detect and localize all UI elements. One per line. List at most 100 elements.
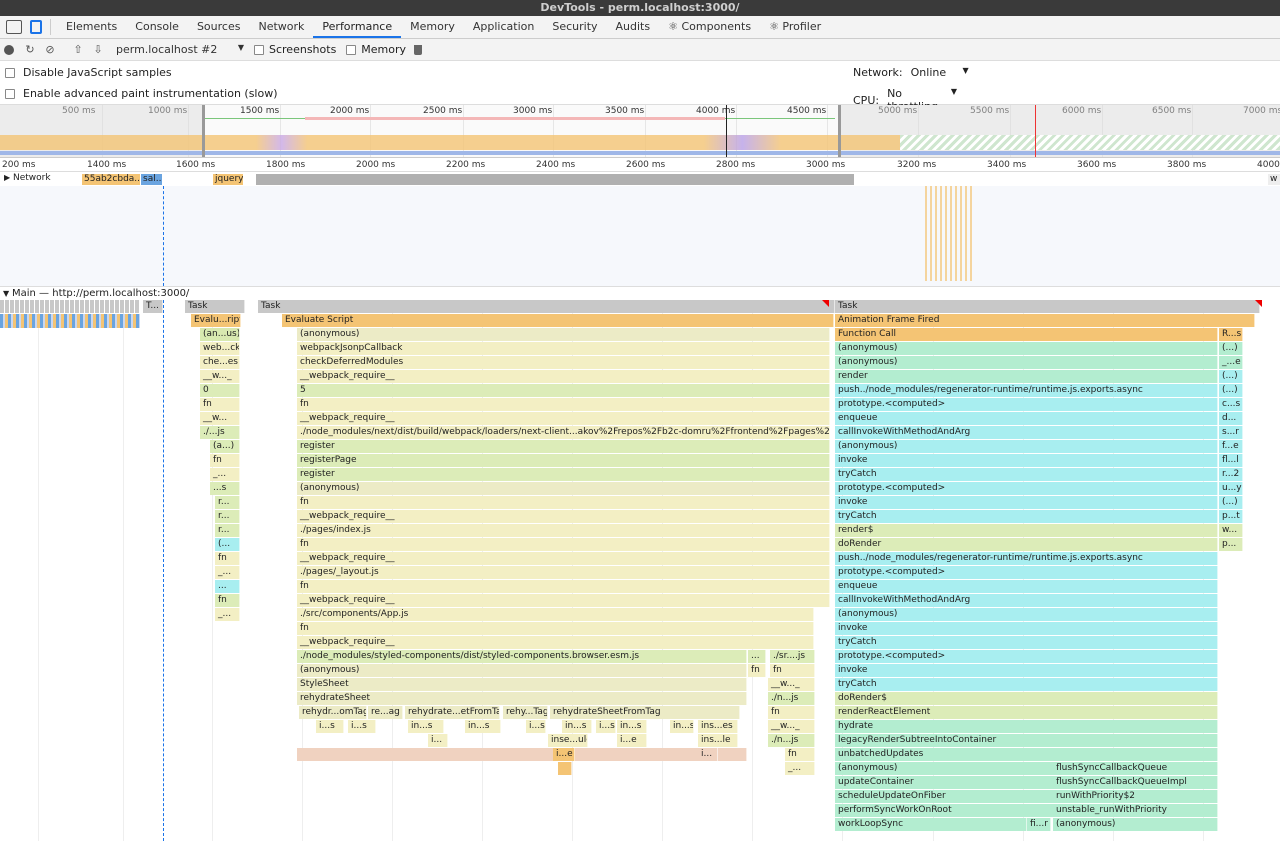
flame-event[interactable]: render$: [835, 524, 1218, 537]
flame-event[interactable]: doRender$: [835, 692, 1218, 705]
flame-event[interactable]: fn: [210, 454, 240, 467]
flame-event[interactable]: enqueue: [835, 412, 1218, 425]
flame-event[interactable]: (anonymous): [297, 482, 830, 495]
flame-event[interactable]: push../node_modules/regenerator-runtime/…: [835, 552, 1218, 565]
network-request-bar[interactable]: 55ab2cbda...: [82, 174, 140, 185]
flame-event[interactable]: s...r: [1219, 426, 1243, 439]
flame-event[interactable]: fn: [785, 748, 815, 761]
flame-event[interactable]: (a...): [210, 440, 240, 453]
flame-event[interactable]: (an...us): [200, 328, 240, 341]
flame-event[interactable]: callInvokeWithMethodAndArg: [835, 426, 1218, 439]
flame-event[interactable]: __w..._: [768, 720, 815, 733]
flame-event[interactable]: invoke: [835, 454, 1218, 467]
flame-event[interactable]: fi...r: [1027, 818, 1051, 831]
flame-event[interactable]: re...ag: [368, 706, 403, 719]
flame-event[interactable]: fn: [297, 538, 830, 551]
flame-event[interactable]: fn: [215, 552, 240, 565]
flame-event[interactable]: (anonymous): [835, 440, 1218, 453]
flame-event[interactable]: r...2: [1219, 468, 1243, 481]
flame-event[interactable]: performSyncWorkOnRoot: [835, 804, 1055, 817]
tab-profiler[interactable]: ⚛ Profiler: [760, 16, 830, 38]
flame-event[interactable]: register: [297, 468, 830, 481]
flame-event[interactable]: ...: [215, 580, 240, 593]
flame-event[interactable]: r...: [215, 524, 240, 537]
flame-event[interactable]: i...s: [348, 720, 376, 733]
flame-event[interactable]: ins...es: [698, 720, 738, 733]
flame-event[interactable]: legacyRenderSubtreeIntoContainer: [835, 734, 1218, 747]
flame-event[interactable]: c...s: [1219, 398, 1243, 411]
device-toolbar-icon[interactable]: [30, 20, 42, 34]
flame-event[interactable]: u...y: [1219, 482, 1243, 495]
flame-event[interactable]: rehydr...omTag: [299, 706, 367, 719]
network-request-bar[interactable]: [256, 174, 854, 185]
flame-event[interactable]: (...): [1219, 496, 1243, 509]
flame-event[interactable]: tryCatch: [835, 636, 1218, 649]
memory-checkbox[interactable]: [346, 44, 357, 55]
flame-event[interactable]: ins...le: [698, 734, 738, 747]
flame-event[interactable]: i...e: [553, 748, 575, 761]
flame-event[interactable]: invoke: [835, 496, 1218, 509]
flame-event[interactable]: (anonymous): [835, 342, 1218, 355]
flame-event[interactable]: fn: [297, 580, 830, 593]
flame-event[interactable]: prototype.<computed>: [835, 566, 1218, 579]
flame-event[interactable]: T...: [143, 300, 163, 313]
flame-event[interactable]: rehydrateSheetFromTag: [550, 706, 740, 719]
flame-event[interactable]: StyleSheet: [297, 678, 747, 691]
flame-event[interactable]: in...s: [670, 720, 694, 733]
flame-event[interactable]: tryCatch: [835, 468, 1218, 481]
flame-event[interactable]: fn: [200, 398, 240, 411]
tab-components[interactable]: ⚛ Components: [659, 16, 760, 38]
flame-event[interactable]: Animation Frame Fired: [835, 314, 1255, 327]
flame-event[interactable]: p...t: [1219, 510, 1243, 523]
flame-event[interactable]: i...s: [316, 720, 344, 733]
window-selection-right-handle[interactable]: [838, 105, 841, 157]
flame-event[interactable]: rehydrateSheet: [297, 692, 747, 705]
collapse-arrow-icon[interactable]: ▼: [3, 289, 9, 298]
flame-event[interactable]: flushSyncCallbackQueueImpl: [1053, 776, 1218, 789]
flame-event[interactable]: prototype.<computed>: [835, 398, 1218, 411]
flame-event[interactable]: tryCatch: [835, 510, 1218, 523]
flame-event[interactable]: renderReactElement: [835, 706, 1218, 719]
flame-event[interactable]: webpackJsonpCallback: [297, 342, 830, 355]
tab-sources[interactable]: Sources: [188, 16, 250, 38]
flame-event[interactable]: ./src/components/App.js: [297, 608, 814, 621]
tab-elements[interactable]: Elements: [57, 16, 126, 38]
tab-performance[interactable]: Performance: [313, 16, 402, 38]
flame-event[interactable]: (...): [1219, 370, 1243, 383]
save-profile-icon[interactable]: ⇩: [88, 41, 108, 59]
flame-event[interactable]: tryCatch: [835, 678, 1218, 691]
disable-js-samples-checkbox[interactable]: [5, 67, 15, 78]
screenshots-checkbox[interactable]: [254, 44, 264, 55]
load-profile-icon[interactable]: ⇧: [68, 41, 88, 59]
flame-event[interactable]: _...: [210, 468, 240, 481]
clear-icon[interactable]: ⊘: [40, 41, 60, 59]
flame-event[interactable]: [558, 762, 572, 775]
flame-event[interactable]: p...: [1219, 538, 1243, 551]
flame-event[interactable]: registerPage: [297, 454, 830, 467]
flame-event[interactable]: Task: [258, 300, 835, 313]
flame-event[interactable]: register: [297, 440, 830, 453]
flame-event[interactable]: rehy...Tag: [503, 706, 548, 719]
flame-event[interactable]: prototype.<computed>: [835, 482, 1218, 495]
flame-event[interactable]: 0: [200, 384, 240, 397]
flame-event[interactable]: Function Call: [835, 328, 1218, 341]
flame-event[interactable]: (anonymous): [835, 356, 1218, 369]
flame-event[interactable]: in...s: [562, 720, 592, 733]
flame-event[interactable]: che...es: [200, 356, 240, 369]
flame-event[interactable]: fn: [297, 622, 814, 635]
flame-event[interactable]: __w...: [200, 412, 240, 425]
flame-event[interactable]: ...: [748, 650, 766, 663]
reload-profile-icon[interactable]: ↻: [20, 41, 40, 59]
network-request-bar[interactable]: jquery: [213, 174, 243, 185]
main-thread-header[interactable]: ▼ Main — http://perm.localhost:3000/: [0, 286, 1280, 300]
flame-event[interactable]: in...s: [617, 720, 647, 733]
flame-event[interactable]: fn: [215, 594, 240, 607]
flame-event[interactable]: (anonymous): [297, 328, 830, 341]
flame-event[interactable]: unstable_runWithPriority: [1053, 804, 1218, 817]
flame-event[interactable]: __webpack_require__: [297, 510, 830, 523]
flame-event[interactable]: unbatchedUpdates: [835, 748, 1218, 761]
record-icon[interactable]: [4, 44, 14, 55]
flame-event[interactable]: Task: [835, 300, 1260, 313]
flame-event[interactable]: __webpack_require__: [297, 370, 830, 383]
flame-event[interactable]: callInvokeWithMethodAndArg: [835, 594, 1218, 607]
